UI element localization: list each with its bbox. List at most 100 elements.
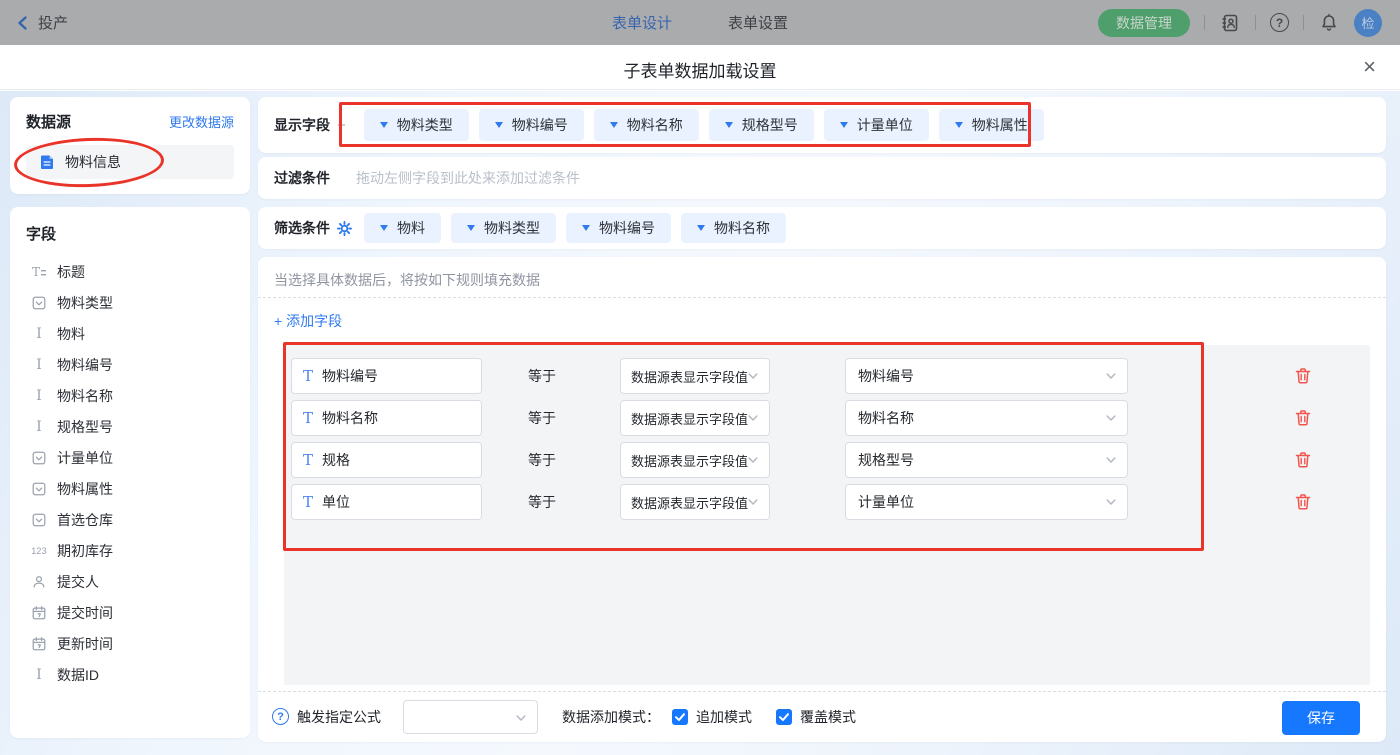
sift-chips: 物料 物料类型 物料编号 物料名称 — [364, 213, 786, 243]
source-field-select[interactable]: 物料名称 — [845, 400, 1128, 436]
field-chip[interactable]: 物料 — [364, 213, 441, 243]
save-button[interactable]: 保存 — [1282, 701, 1360, 735]
field-chip[interactable]: 物料编号 — [566, 213, 671, 243]
back-icon[interactable] — [16, 16, 30, 30]
close-icon[interactable]: × — [1363, 53, 1376, 81]
display-fields-card: 显示字段 + 物料类型 物料编号 物料名称 规格型号 计量单位 物料属性 — [258, 97, 1386, 153]
text-field-icon: T — [303, 409, 313, 427]
field-item[interactable]: 提交时间 — [26, 597, 234, 628]
field-chip[interactable]: 物料名称 — [681, 213, 786, 243]
delete-row-icon[interactable] — [1294, 493, 1312, 511]
target-field-box[interactable]: T规格 — [291, 442, 482, 478]
field-item[interactable]: 提交人 — [26, 566, 234, 597]
target-field-box[interactable]: T物料编号 — [291, 358, 482, 394]
delete-row-icon[interactable] — [1294, 451, 1312, 469]
chip-label: 物料类型 — [397, 115, 453, 135]
text-icon: I — [30, 356, 48, 374]
avatar[interactable]: 检 — [1354, 9, 1382, 37]
chevron-down-icon — [610, 122, 618, 128]
add-field-link[interactable]: + 添加字段 — [274, 311, 342, 331]
append-mode-checkbox[interactable] — [672, 709, 688, 725]
modal-header: 子表单数据加载设置 × — [0, 45, 1400, 90]
bell-icon[interactable] — [1318, 12, 1340, 34]
sift-label: 筛选条件 — [274, 218, 330, 238]
field-item[interactable]: 首选仓库 — [26, 504, 234, 535]
display-fields-label: 显示字段 — [274, 115, 330, 135]
chevron-down-icon — [746, 411, 760, 425]
rules-footer: ? 触发指定公式 数据添加模式： 追加模式 覆盖模式 — [258, 691, 1386, 742]
field-chip[interactable]: 物料编号 — [479, 109, 584, 141]
field-item[interactable]: 物料属性 — [26, 473, 234, 504]
rule-row: T规格 等于 数据源表显示字段值 规格型号 — [258, 442, 1386, 478]
chevron-down-icon — [725, 122, 733, 128]
help-icon[interactable]: ? — [1270, 13, 1289, 32]
field-chip[interactable]: 物料类型 — [364, 109, 469, 141]
field-item[interactable]: I物料名称 — [26, 380, 234, 411]
filter-placeholder[interactable]: 拖动左侧字段到此处来添加过滤条件 — [356, 168, 580, 188]
chevron-down-icon — [380, 122, 388, 128]
source-field-select[interactable]: 物料编号 — [845, 358, 1128, 394]
chevron-down-icon — [514, 711, 528, 725]
field-item[interactable]: 物料类型 — [26, 287, 234, 318]
overwrite-mode-checkbox[interactable] — [776, 709, 792, 725]
data-manage-button[interactable]: 数据管理 — [1098, 9, 1190, 37]
source-type-select[interactable]: 数据源表显示字段值 — [620, 484, 770, 520]
field-item-label: 计量单位 — [57, 448, 113, 468]
text-icon: I — [30, 666, 48, 684]
field-item[interactable]: I物料编号 — [26, 349, 234, 380]
source-type-select[interactable]: 数据源表显示字段值 — [620, 442, 770, 478]
source-field-select[interactable]: 规格型号 — [845, 442, 1128, 478]
field-item[interactable]: I数据ID — [26, 659, 234, 690]
chevron-down-icon — [1104, 495, 1118, 509]
field-chip[interactable]: 物料属性 — [939, 109, 1044, 141]
chip-label: 物料类型 — [484, 218, 540, 238]
change-datasource-link[interactable]: 更改数据源 — [169, 112, 234, 131]
contacts-book-icon[interactable] — [1219, 12, 1241, 34]
field-chip[interactable]: 规格型号 — [709, 109, 814, 141]
field-item[interactable]: 123期初库存 — [26, 535, 234, 566]
field-chip[interactable]: 物料名称 — [594, 109, 699, 141]
source-field-select[interactable]: 计量单位 — [845, 484, 1128, 520]
chip-label: 物料名称 — [627, 115, 683, 135]
tab-form-design[interactable]: 表单设计 — [612, 12, 672, 33]
chevron-down-icon — [746, 453, 760, 467]
target-field-box[interactable]: T物料名称 — [291, 400, 482, 436]
rules-card: 当选择具体数据后，将按如下规则填充数据 + 添加字段 T物料编号 等于 数据源表… — [258, 257, 1386, 742]
delete-row-icon[interactable] — [1294, 409, 1312, 427]
sift-card: 筛选条件 物料 物料类型 物料编号 物料名称 — [258, 207, 1386, 249]
delete-row-icon[interactable] — [1294, 367, 1312, 385]
chevron-down-icon — [697, 225, 705, 231]
target-field-box[interactable]: T单位 — [291, 484, 482, 520]
chevron-down-icon — [746, 495, 760, 509]
datasource-item[interactable]: 物料信息 — [26, 145, 234, 179]
tab-form-settings[interactable]: 表单设置 — [728, 12, 788, 33]
field-item-label: 首选仓库 — [57, 510, 113, 530]
formula-select[interactable] — [403, 700, 538, 734]
fields-list: 标题 物料类型 I物料 I物料编号 I物料名称 I规格型号 计量单位 物料属性 … — [26, 256, 234, 690]
field-item[interactable]: 更新时间 — [26, 628, 234, 659]
field-item[interactable]: 标题 — [26, 256, 234, 287]
chip-label: 物料属性 — [972, 115, 1028, 135]
field-chip[interactable]: 计量单位 — [824, 109, 929, 141]
app-title[interactable]: 投产 — [38, 12, 68, 33]
date-icon — [30, 604, 48, 622]
field-chip[interactable]: 物料类型 — [451, 213, 556, 243]
chevron-down-icon — [746, 369, 760, 383]
chevron-down-icon — [582, 225, 590, 231]
field-item-label: 标题 — [57, 262, 85, 282]
operator-label: 等于 — [528, 450, 556, 470]
source-type-select[interactable]: 数据源表显示字段值 — [620, 400, 770, 436]
add-display-field-button[interactable]: + — [337, 117, 346, 134]
filter-label: 过滤条件 — [274, 168, 330, 188]
field-item[interactable]: I规格型号 — [26, 411, 234, 442]
number-icon: 123 — [30, 542, 48, 560]
field-item[interactable]: I物料 — [26, 318, 234, 349]
fields-panel: 字段 标题 物料类型 I物料 I物料编号 I物料名称 I规格型号 计量单位 物料… — [10, 207, 250, 738]
gear-icon[interactable] — [337, 221, 352, 236]
chip-label: 物料名称 — [714, 218, 770, 238]
datasource-title: 数据源 — [26, 111, 71, 132]
help-icon[interactable]: ? — [272, 708, 289, 725]
field-item[interactable]: 计量单位 — [26, 442, 234, 473]
source-type-select[interactable]: 数据源表显示字段值 — [620, 358, 770, 394]
chevron-down-icon — [495, 122, 503, 128]
